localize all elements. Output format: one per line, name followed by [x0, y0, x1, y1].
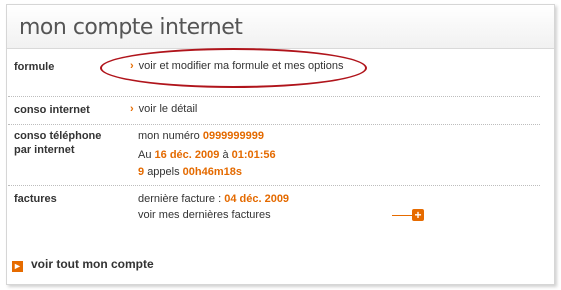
date-value: 16 déc. 2009 [154, 149, 220, 161]
calls-duration: 00h46m18s [182, 166, 242, 178]
calls-line: 9 appels 00h46m18s [138, 165, 242, 179]
factures-label: factures [14, 193, 57, 205]
conso-internet-label: conso internet [14, 104, 90, 116]
time-value: 01:01:56 [231, 149, 276, 161]
numero-prefix: mon numéro [138, 130, 200, 142]
conso-internet-link[interactable]: › voir le détail [130, 103, 197, 115]
time-prefix: à [222, 149, 229, 161]
annotation-oval [100, 48, 367, 88]
numero-line: mon numéro 0999999999 [138, 129, 264, 143]
chevron-right-icon: › [130, 103, 134, 115]
last-invoice-date: 04 déc. 2009 [224, 193, 290, 205]
see-invoices-link[interactable]: voir mes dernières factures [138, 209, 271, 221]
see-all-account-text: voir tout mon compte [31, 257, 154, 271]
see-all-account-link[interactable]: ► voir tout mon compte [12, 257, 154, 272]
numero-value: 0999999999 [202, 130, 265, 142]
card-header: mon compte internet [7, 5, 554, 49]
row-conso-telephone: conso téléphone par internet mon numéro … [8, 125, 540, 186]
conso-telephone-label-line1: conso téléphone [14, 130, 102, 142]
date-prefix: Au [138, 149, 152, 161]
last-invoice-prefix: dernière facture : [138, 193, 222, 205]
arrow-right-icon: ► [12, 261, 23, 272]
formule-label: formule [14, 61, 55, 73]
row-factures: factures dernière facture : 04 déc. 2009… [8, 186, 540, 234]
conso-internet-link-text: voir le détail [138, 103, 198, 115]
calls-count: 9 [138, 166, 145, 178]
expand-plus-icon[interactable]: + [412, 209, 424, 221]
date-line: Au 16 déc. 2009 à 01:01:56 [138, 148, 276, 162]
conso-telephone-label-line2: par internet [14, 144, 75, 156]
calls-label: appels [147, 166, 180, 178]
row-conso-internet: conso internet › voir le détail [8, 97, 540, 125]
expand-connector [392, 215, 412, 216]
page-title: mon compte internet [19, 15, 243, 40]
conso-telephone-label: conso téléphone par internet [14, 129, 101, 157]
last-invoice-line: dernière facture : 04 déc. 2009 [138, 192, 289, 206]
